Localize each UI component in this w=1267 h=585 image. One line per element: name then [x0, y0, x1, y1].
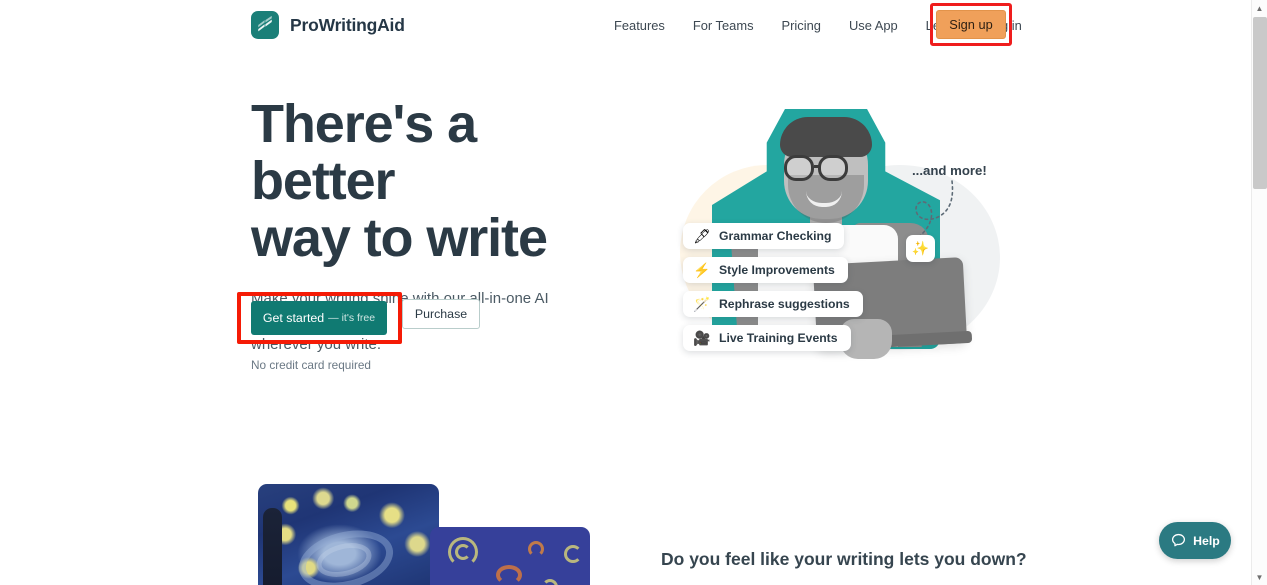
glasses-bridge — [814, 165, 821, 168]
scrollbar-thumb[interactable] — [1253, 17, 1267, 189]
hair — [780, 117, 872, 157]
feature-label: Grammar Checking — [719, 229, 832, 243]
spiral-shape — [542, 579, 558, 585]
feature-pill-live-training-events: 🎥 Live Training Events — [683, 325, 851, 351]
chat-bubble-icon — [1172, 533, 1186, 547]
book-logo-icon — [251, 11, 279, 39]
spiral-shape — [496, 565, 522, 585]
brand-logo-link[interactable]: ProWritingAid — [251, 11, 405, 39]
get-started-button[interactable]: Get started — it's free — [251, 301, 387, 335]
lightning-icon: ⚡ — [693, 262, 711, 278]
hero-illustration: 🖋 Grammar Checking ⚡ Style Improvements … — [650, 105, 1010, 385]
glasses-right-lens-icon — [818, 155, 848, 181]
section-heading: Do you feel like your writing lets you d… — [661, 549, 1027, 569]
page-viewport: ProWritingAid Features For Teams Pricing… — [0, 0, 1251, 585]
no-credit-card-note: No credit card required — [251, 358, 371, 372]
feature-pill-list: 🖋 Grammar Checking ⚡ Style Improvements … — [683, 223, 863, 351]
signup-button[interactable]: Sign up — [936, 10, 1006, 39]
vertical-scrollbar[interactable]: ▲ ▼ — [1251, 0, 1267, 585]
get-started-label: Get started — [262, 311, 325, 325]
signup-button-container: Sign up — [930, 3, 1012, 46]
help-label: Help — [1193, 533, 1220, 548]
video-camera-icon: 🎥 — [693, 330, 711, 346]
feature-pill-style-improvements: ⚡ Style Improvements — [683, 257, 848, 283]
feature-label: Live Training Events — [719, 331, 838, 345]
page-title: There's a better way to write — [251, 94, 548, 268]
nav-pricing[interactable]: Pricing — [768, 12, 835, 39]
feature-pill-rephrase-suggestions: 🪄 Rephrase suggestions — [683, 291, 863, 317]
hero-cta-row: Get started — it's free — [237, 292, 413, 350]
nav-features[interactable]: Features — [600, 12, 679, 39]
and-more-annotation: ...and more! — [912, 163, 987, 178]
help-widget-button[interactable]: Help — [1159, 522, 1231, 559]
get-started-container: Get started — it's free — [237, 292, 413, 350]
nav-for-teams[interactable]: For Teams — [679, 12, 768, 39]
feature-label: Rephrase suggestions — [719, 297, 850, 311]
sparkle-badge-icon: ✨ — [906, 235, 935, 262]
spiral-shape — [455, 544, 471, 560]
scroll-up-arrow-icon[interactable]: ▲ — [1252, 0, 1267, 16]
magic-wand-icon: 🪄 — [693, 296, 711, 312]
blue-spiral-card — [430, 527, 590, 585]
purchase-button[interactable]: Purchase — [402, 299, 480, 329]
site-header: ProWritingAid Features For Teams Pricing… — [0, 0, 1251, 50]
brand-name-text: ProWritingAid — [290, 14, 405, 35]
starry-night-image — [258, 484, 439, 585]
get-started-suffix: — it's free — [328, 312, 376, 324]
cypress-tree — [263, 508, 282, 585]
feature-pill-grammar-checking: 🖋 Grammar Checking — [683, 223, 845, 249]
feature-label: Style Improvements — [719, 263, 835, 277]
nav-use-app[interactable]: Use App — [835, 12, 912, 39]
spiral-shape — [564, 545, 582, 563]
glasses-left-lens-icon — [784, 155, 814, 181]
scroll-down-arrow-icon[interactable]: ▼ — [1252, 569, 1267, 585]
pen-icon: 🖋 — [693, 228, 711, 244]
spiral-shape — [528, 541, 544, 557]
browser-page: ProWritingAid Features For Teams Pricing… — [0, 0, 1267, 585]
